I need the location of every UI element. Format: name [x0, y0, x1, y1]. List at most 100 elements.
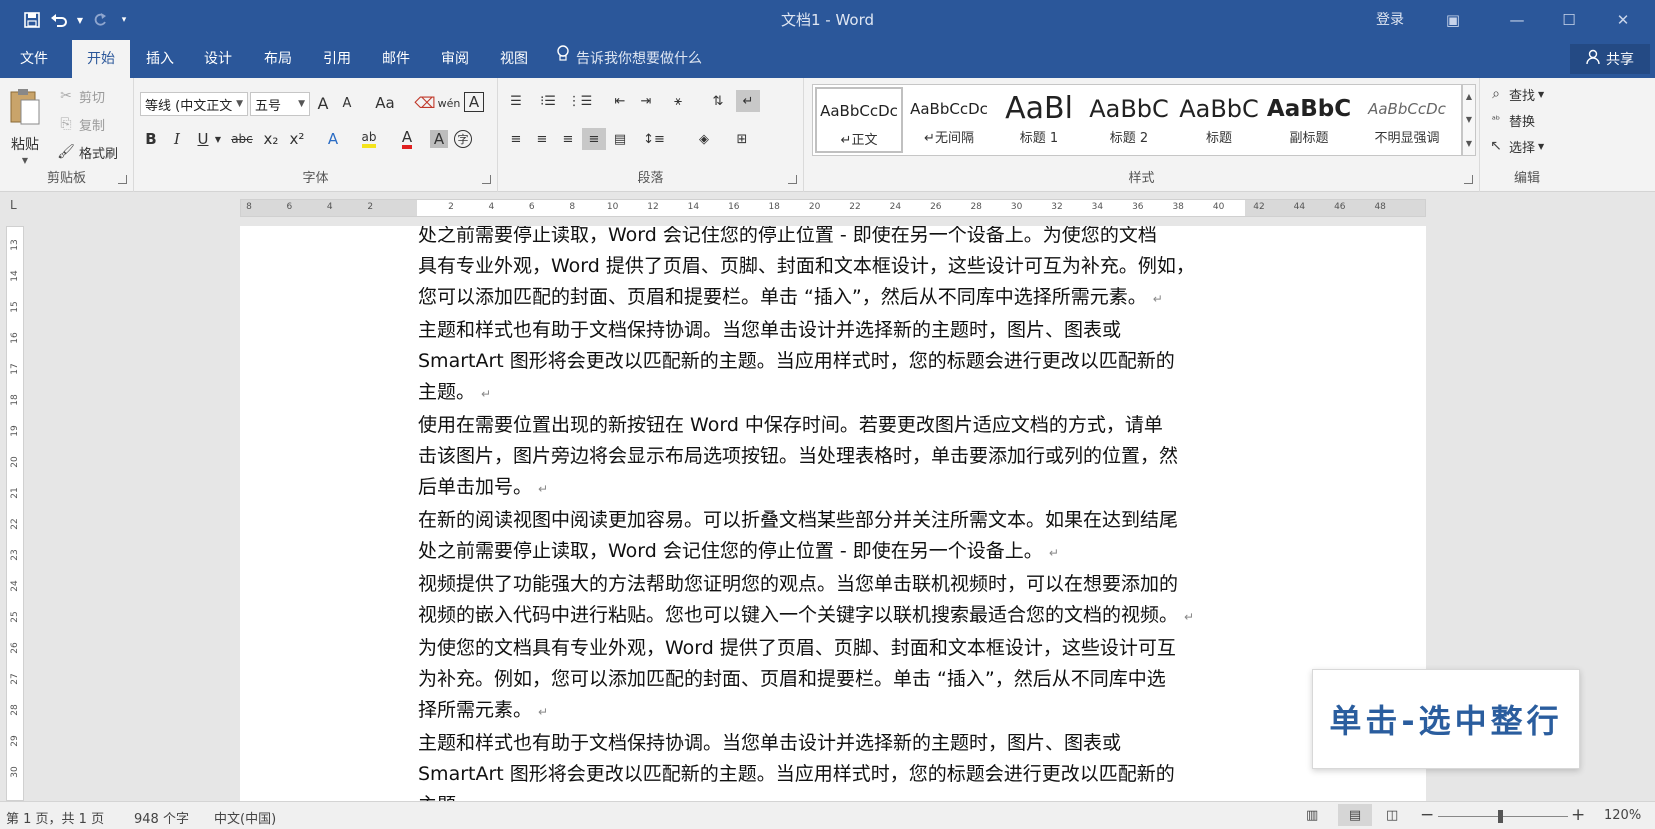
- language[interactable]: 中文(中国): [214, 808, 276, 827]
- sort-icon[interactable]: ⇅: [706, 90, 730, 112]
- replace-button[interactable]: ᵃᵇ 替换: [1486, 110, 1535, 130]
- font-name-combo[interactable]: 等线 (中文正文 ▼: [140, 92, 248, 116]
- character-border-button[interactable]: A: [464, 92, 484, 112]
- text-line[interactable]: 择所需元素。 ↵: [418, 695, 1253, 728]
- tab-references[interactable]: 引用: [313, 40, 361, 78]
- web-layout-icon[interactable]: ◫: [1386, 808, 1398, 823]
- paragraph[interactable]: 使用在需要位置出现的新按钮在 Word 中保存时间。若要更改图片适应文档的方式，…: [418, 410, 1253, 505]
- decrease-indent-icon[interactable]: ⇤: [608, 90, 632, 112]
- show-formatting-marks-icon[interactable]: ↵: [736, 90, 760, 112]
- superscript-button[interactable]: x²: [286, 128, 308, 150]
- word-count[interactable]: 948 个字: [134, 808, 189, 827]
- paragraph-dialog-launcher[interactable]: [788, 175, 797, 184]
- text-line[interactable]: 主题。 ↵: [418, 377, 1253, 410]
- line-spacing-icon[interactable]: ↕≡: [642, 128, 666, 150]
- paste-dropdown-icon[interactable]: ▼: [22, 156, 28, 165]
- underline-button[interactable]: U: [192, 128, 214, 150]
- style-subtle-emphasis[interactable]: AaBbCcDc 不明显强调: [1355, 87, 1459, 153]
- text-line[interactable]: SmartArt 图形将会更改以匹配新的主题。当应用样式时，您的标题会进行更改以…: [418, 759, 1253, 790]
- zoom-level[interactable]: 120%: [1604, 808, 1641, 823]
- style-subtitle[interactable]: AaBbC 副标题: [1265, 87, 1353, 153]
- character-shading-button[interactable]: A: [430, 130, 448, 148]
- text-line[interactable]: 击该图片，图片旁边将会显示布局选项按钮。当处理表格时，单击要添加行或列的位置，然: [418, 441, 1253, 472]
- increase-indent-icon[interactable]: ⇥: [634, 90, 658, 112]
- print-layout-icon[interactable]: ▤: [1338, 804, 1372, 826]
- change-case-button[interactable]: Aa: [368, 92, 402, 114]
- pinyin-guide-button[interactable]: wén: [438, 92, 461, 114]
- text-line[interactable]: 为使您的文档具有专业外观，Word 提供了页眉、页脚、封面和文本框设计，这些设计…: [418, 633, 1253, 664]
- highlight-button[interactable]: ab: [356, 128, 382, 150]
- more-icon[interactable]: ▼: [1466, 139, 1472, 148]
- subscript-button[interactable]: x₂: [260, 128, 282, 150]
- style-normal[interactable]: AaBbCcDc ↵正文: [815, 87, 903, 153]
- font-size-combo[interactable]: 五号 ▼: [250, 92, 310, 116]
- text-line[interactable]: SmartArt 图形将会更改以匹配新的主题。当应用样式时，您的标题会进行更改以…: [418, 346, 1253, 377]
- tab-layout[interactable]: 布局: [254, 40, 302, 78]
- font-color-button[interactable]: A: [396, 128, 418, 150]
- horizontal-ruler[interactable]: 8 6 4 2 2 4 6 8 10 12 14 16 18 20 22 24 26 28 30 32 34 36 38 40…: [240, 199, 1426, 217]
- font-dialog-launcher[interactable]: [482, 175, 491, 184]
- clipboard-dialog-launcher[interactable]: [118, 175, 127, 184]
- tab-insert[interactable]: 插入: [136, 40, 184, 78]
- text-line[interactable]: 主题和样式也有助于文档保持协调。当您单击设计并选择新的主题时，图片、图表或: [418, 315, 1253, 346]
- align-left-icon[interactable]: ≡: [504, 128, 528, 150]
- chevron-up-icon[interactable]: ▲: [1466, 92, 1472, 101]
- paragraph[interactable]: 视频提供了功能强大的方法帮助您证明您的观点。当您单击联机视频时，可以在想要添加的…: [418, 569, 1253, 633]
- page-count[interactable]: 第 1 页，共 1 页: [6, 808, 104, 827]
- zoom-slider-thumb[interactable]: [1498, 810, 1503, 823]
- paragraph[interactable]: 具有专业外观，Word 提供了页眉、页脚、封面和文本框设计，这些设计可互为补充。…: [418, 251, 1253, 315]
- read-mode-icon[interactable]: ▥: [1306, 808, 1318, 823]
- chinese-layout-icon[interactable]: ⚹: [666, 90, 690, 112]
- text-line[interactable]: 视频的嵌入代码中进行粘贴。您也可以键入一个关键字以联机搜索最适合您的文档的视频。…: [418, 600, 1253, 633]
- document-page[interactable]: 处之前需要停止读取，Word 会记住您的停止位置 - 即使在另一个设备上。为使您…: [240, 226, 1426, 801]
- zoom-slider[interactable]: [1438, 816, 1568, 817]
- find-button[interactable]: ⌕ 查找 ▼: [1486, 84, 1544, 104]
- text-line[interactable]: 处之前需要停止读取，Word 会记住您的停止位置 - 即使在另一个设备上。 ↵: [418, 536, 1253, 569]
- text-line[interactable]: 您可以添加匹配的封面、页眉和提要栏。单击 “插入”，然后从不同库中选择所需元素。…: [418, 282, 1253, 315]
- style-no-spacing[interactable]: AaBbCcDc ↵无间隔: [905, 87, 993, 153]
- format-painter-button[interactable]: 🖌 格式刷: [56, 142, 118, 162]
- vertical-scrollbar[interactable]: [1637, 192, 1655, 801]
- minimize-icon[interactable]: —: [1494, 6, 1540, 34]
- text-line[interactable]: 为补充。例如，您可以添加匹配的封面、页眉和提要栏。单击 “插入”，然后从不同库中…: [418, 664, 1253, 695]
- document-body[interactable]: 处之前需要停止读取，Word 会记住您的停止位置 - 即使在另一个设备上。为使您…: [418, 226, 1253, 801]
- tab-view[interactable]: 视图: [490, 40, 538, 78]
- text-line[interactable]: 处之前需要停止读取，Word 会记住您的停止位置 - 即使在另一个设备上。为使您…: [418, 226, 1253, 251]
- text-line[interactable]: 使用在需要位置出现的新按钮在 Word 中保存时间。若要更改图片适应文档的方式，…: [418, 410, 1253, 441]
- maximize-icon[interactable]: ☐: [1546, 6, 1592, 34]
- tab-review[interactable]: 审阅: [431, 40, 479, 78]
- paragraph[interactable]: 在新的阅读视图中阅读更加容易。可以折叠文档某些部分并关注所需文本。如果在达到结尾…: [418, 505, 1253, 569]
- copy-button[interactable]: ⎘ 复制: [56, 114, 105, 134]
- tab-home[interactable]: 开始: [72, 40, 130, 78]
- shading-icon[interactable]: ◈: [692, 128, 716, 150]
- tab-file[interactable]: 文件: [8, 40, 60, 78]
- select-button[interactable]: ↖ 选择 ▼: [1486, 136, 1544, 156]
- text-line[interactable]: 在新的阅读视图中阅读更加容易。可以折叠文档某些部分并关注所需文本。如果在达到结尾: [418, 505, 1253, 536]
- multilevel-list-icon[interactable]: ⋮☰: [568, 90, 593, 112]
- paragraph[interactable]: 为使您的文档具有专业外观，Word 提供了页眉、页脚、封面和文本框设计，这些设计…: [418, 633, 1253, 728]
- styles-dialog-launcher[interactable]: [1464, 175, 1473, 184]
- zoom-out-icon[interactable]: −: [1420, 805, 1434, 825]
- cut-button[interactable]: ✂ 剪切: [56, 86, 105, 106]
- shrink-font-button[interactable]: A: [336, 92, 358, 114]
- share-button[interactable]: 共享: [1570, 44, 1650, 74]
- paragraph[interactable]: 主题和样式也有助于文档保持协调。当您单击设计并选择新的主题时，图片、图表或 Sma…: [418, 728, 1253, 801]
- tell-me-box[interactable]: 告诉我你想要做什么: [556, 40, 702, 78]
- paste-button[interactable]: 粘贴 ▼: [8, 86, 42, 165]
- text-line[interactable]: 后单击加号。 ↵: [418, 472, 1253, 505]
- text-effects-button[interactable]: A: [322, 128, 344, 150]
- enclose-characters-button[interactable]: 字: [454, 130, 472, 148]
- style-heading-2[interactable]: AaBbC 标题 2: [1085, 87, 1173, 153]
- vertical-ruler[interactable]: 13 14 15 16 17 18 19 20 21 22 23 24 25 26 27 28 29 30: [6, 226, 24, 801]
- clear-formatting-icon[interactable]: ⌫: [414, 92, 436, 114]
- underline-dropdown-icon[interactable]: ▼: [212, 128, 224, 150]
- align-center-icon[interactable]: ≡: [530, 128, 554, 150]
- style-title[interactable]: AaBbC 标题: [1175, 87, 1263, 153]
- login-link[interactable]: 登录: [1376, 9, 1404, 29]
- bold-button[interactable]: B: [140, 128, 162, 150]
- strikethrough-button[interactable]: abc: [228, 128, 256, 150]
- text-line[interactable]: 具有专业外观，Word 提供了页眉、页脚、封面和文本框设计，这些设计可互为补充。…: [418, 251, 1253, 282]
- chevron-down-icon[interactable]: ▼: [1466, 115, 1472, 124]
- styles-gallery-scroll[interactable]: ▲ ▼ ▼: [1462, 84, 1476, 156]
- distributed-icon[interactable]: ▤: [608, 128, 632, 150]
